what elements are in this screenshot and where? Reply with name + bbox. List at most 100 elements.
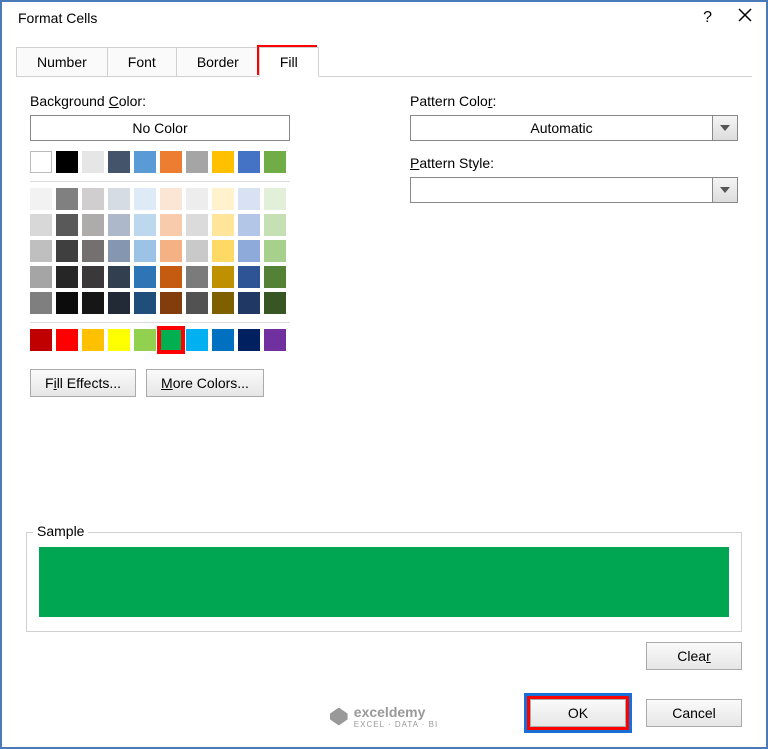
pattern-style-dropdown[interactable]	[410, 177, 738, 203]
color-swatch[interactable]	[30, 188, 52, 210]
color-swatch[interactable]	[186, 214, 208, 236]
color-swatch[interactable]	[212, 240, 234, 262]
pattern-color-value: Automatic	[410, 115, 713, 141]
color-swatch[interactable]	[30, 151, 52, 173]
color-swatch[interactable]	[108, 214, 130, 236]
help-icon[interactable]: ?	[703, 9, 712, 27]
color-swatch[interactable]	[134, 188, 156, 210]
color-swatch[interactable]	[264, 188, 286, 210]
chevron-down-icon[interactable]	[712, 115, 738, 141]
pattern-style-label: Pattern Style:	[410, 155, 738, 171]
sample-frame: Sample	[26, 532, 742, 632]
ok-button[interactable]: OK	[530, 699, 626, 727]
color-swatch[interactable]	[108, 329, 130, 351]
color-swatch[interactable]	[56, 214, 78, 236]
color-swatch[interactable]	[82, 329, 104, 351]
color-swatch[interactable]	[264, 240, 286, 262]
color-swatch[interactable]	[264, 214, 286, 236]
color-swatch[interactable]	[212, 266, 234, 288]
color-swatch[interactable]	[56, 329, 78, 351]
more-colors-button[interactable]: More Colors...	[146, 369, 264, 397]
color-swatch[interactable]	[264, 292, 286, 314]
color-swatch[interactable]	[82, 214, 104, 236]
close-icon[interactable]	[738, 8, 752, 27]
color-swatch[interactable]	[134, 266, 156, 288]
color-swatch[interactable]	[30, 266, 52, 288]
color-swatch[interactable]	[238, 329, 260, 351]
color-swatch[interactable]	[212, 292, 234, 314]
color-swatch[interactable]	[160, 266, 182, 288]
fill-effects-button[interactable]: Fill Effects...	[30, 369, 136, 397]
color-swatch[interactable]	[108, 240, 130, 262]
color-swatch[interactable]	[264, 266, 286, 288]
color-swatch[interactable]	[186, 329, 208, 351]
color-swatch[interactable]	[56, 151, 78, 173]
color-swatch[interactable]	[30, 214, 52, 236]
color-swatch[interactable]	[82, 292, 104, 314]
color-swatch[interactable]	[108, 188, 130, 210]
color-swatch[interactable]	[82, 151, 104, 173]
color-swatch[interactable]	[160, 329, 182, 351]
ok-highlight-outer: OK	[524, 693, 632, 733]
color-swatch[interactable]	[186, 240, 208, 262]
theme-row-1	[30, 151, 330, 173]
color-swatch[interactable]	[264, 151, 286, 173]
color-swatch[interactable]	[238, 292, 260, 314]
no-color-button[interactable]: No Color	[30, 115, 290, 141]
color-swatch[interactable]	[238, 188, 260, 210]
ok-highlight-inner: OK	[527, 696, 629, 730]
color-swatch[interactable]	[160, 292, 182, 314]
color-swatch[interactable]	[238, 214, 260, 236]
color-swatch[interactable]	[212, 188, 234, 210]
color-swatch[interactable]	[56, 266, 78, 288]
color-swatch[interactable]	[160, 214, 182, 236]
color-swatch[interactable]	[186, 188, 208, 210]
cancel-button[interactable]: Cancel	[646, 699, 742, 727]
pattern-color-dropdown[interactable]: Automatic	[410, 115, 738, 141]
color-swatch[interactable]	[212, 329, 234, 351]
color-swatch[interactable]	[134, 214, 156, 236]
chevron-down-icon[interactable]	[712, 177, 738, 203]
color-swatch[interactable]	[134, 292, 156, 314]
pattern-color-label: Pattern Color:	[410, 93, 738, 109]
color-swatch[interactable]	[160, 188, 182, 210]
color-swatch[interactable]	[56, 188, 78, 210]
color-swatch[interactable]	[238, 240, 260, 262]
color-swatch[interactable]	[160, 240, 182, 262]
color-swatch[interactable]	[30, 292, 52, 314]
theme-grid	[30, 188, 330, 314]
color-swatch[interactable]	[186, 292, 208, 314]
color-swatch[interactable]	[212, 151, 234, 173]
color-swatch[interactable]	[82, 240, 104, 262]
color-swatch[interactable]	[238, 266, 260, 288]
color-swatch[interactable]	[56, 292, 78, 314]
divider-icon	[30, 181, 290, 182]
color-swatch[interactable]	[30, 240, 52, 262]
pattern-style-value	[410, 177, 713, 203]
standard-colors-row	[30, 329, 330, 351]
color-swatch[interactable]	[186, 266, 208, 288]
color-swatch[interactable]	[108, 292, 130, 314]
color-swatch[interactable]	[264, 329, 286, 351]
color-swatch[interactable]	[108, 151, 130, 173]
color-swatch[interactable]	[212, 214, 234, 236]
tab-border[interactable]: Border	[176, 47, 260, 77]
color-swatch[interactable]	[82, 266, 104, 288]
sample-preview	[39, 547, 729, 617]
dialog-title: Format Cells	[18, 10, 97, 26]
color-swatch[interactable]	[160, 151, 182, 173]
color-swatch[interactable]	[134, 329, 156, 351]
color-swatch[interactable]	[134, 240, 156, 262]
color-swatch[interactable]	[30, 329, 52, 351]
tab-font[interactable]: Font	[107, 47, 177, 77]
tab-fill[interactable]: Fill	[259, 47, 319, 77]
color-swatch[interactable]	[108, 266, 130, 288]
color-swatch[interactable]	[134, 151, 156, 173]
tab-number[interactable]: Number	[16, 47, 108, 77]
color-swatch[interactable]	[238, 151, 260, 173]
color-swatch[interactable]	[56, 240, 78, 262]
clear-button[interactable]: Clear	[646, 642, 742, 670]
divider-icon	[30, 322, 290, 323]
color-swatch[interactable]	[82, 188, 104, 210]
color-swatch[interactable]	[186, 151, 208, 173]
